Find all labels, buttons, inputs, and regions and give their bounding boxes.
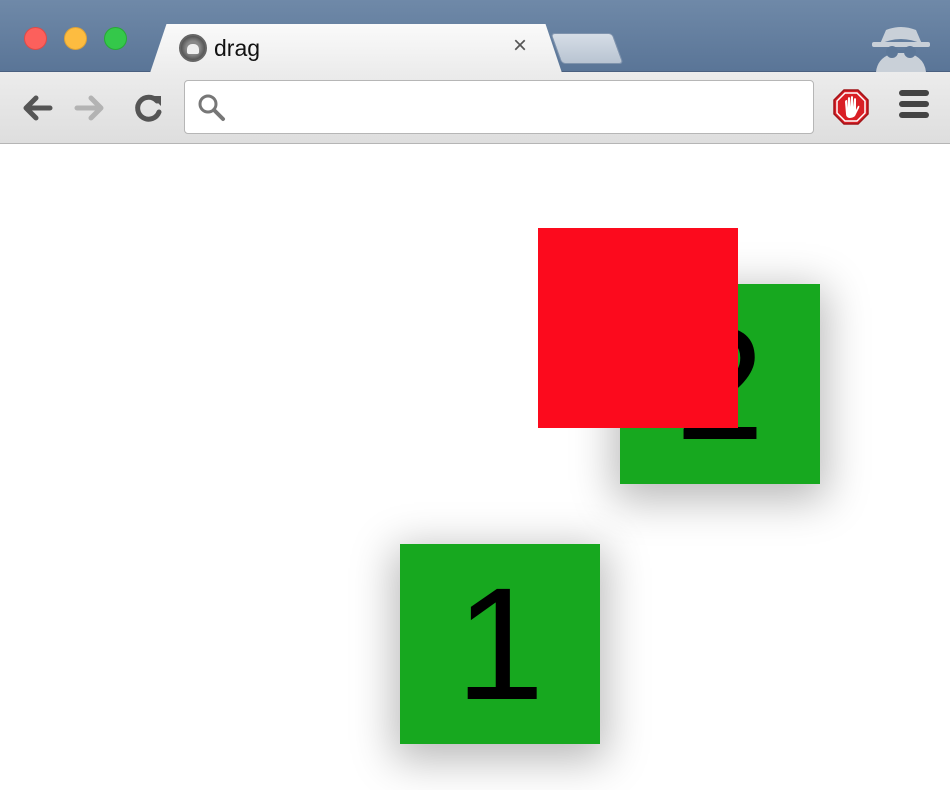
draggable-red-box[interactable] [538, 228, 738, 428]
new-tab-button[interactable] [550, 33, 624, 64]
address-input[interactable] [232, 86, 802, 128]
tab-favicon-icon [179, 34, 207, 62]
adblock-stop-hand-icon[interactable] [832, 88, 870, 126]
reload-icon[interactable] [130, 90, 166, 126]
box-1-label: 1 [455, 554, 545, 733]
tab-drag[interactable] [150, 24, 562, 73]
draggable-box-1[interactable]: 1 [400, 544, 600, 744]
back-arrow-icon[interactable] [18, 90, 54, 126]
search-icon [196, 92, 226, 122]
incognito-icon [866, 22, 936, 72]
page-content: 1 2 [0, 145, 950, 790]
close-window-button[interactable] [24, 27, 47, 50]
forward-arrow-icon[interactable] [73, 90, 109, 126]
menu-hamburger-icon[interactable] [896, 90, 932, 124]
tab-title: drag [214, 35, 261, 61]
tab-close-icon[interactable]: × [508, 33, 532, 59]
zoom-window-button[interactable] [104, 27, 127, 50]
minimize-window-button[interactable] [64, 27, 87, 50]
